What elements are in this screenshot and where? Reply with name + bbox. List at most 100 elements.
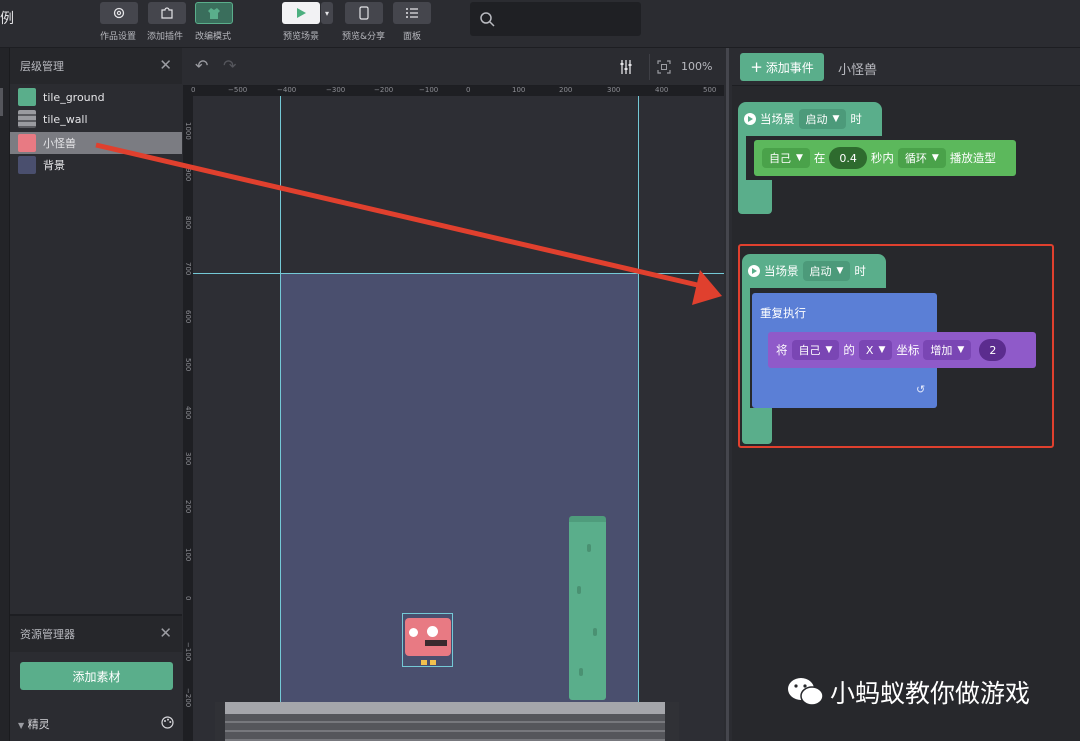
play-icon [297, 8, 306, 18]
guide-line-top [193, 273, 724, 274]
ruler-tick-label: 900 [184, 168, 192, 182]
ruler-tick-label: 200 [559, 86, 573, 94]
search-icon [480, 12, 495, 27]
layer-label: 小怪兽 [43, 137, 76, 150]
ruler-tick-label: 300 [184, 452, 192, 466]
layers-title: 层级管理 [20, 60, 64, 73]
sprite-section[interactable]: ▼ 精灵 [10, 708, 182, 738]
search-input[interactable] [470, 2, 641, 36]
undo-icon[interactable]: ↶ [195, 56, 208, 75]
ruler-tick-label: 500 [184, 358, 192, 372]
self-label: 自己 [769, 152, 791, 165]
close-icon[interactable]: ✕ [159, 56, 172, 74]
repeat-label: 重复执行 [760, 306, 806, 320]
phone-icon [359, 6, 369, 20]
layer-label: 背景 [43, 159, 65, 172]
scene-start-hat-block[interactable]: 当场景 启动 ▼ 时 [738, 102, 882, 136]
c-block-footer [742, 408, 772, 444]
trigger-dropdown[interactable]: 启动 ▼ [798, 109, 847, 129]
c-block-spine [738, 136, 746, 186]
ruler-tick-label: 800 [184, 216, 192, 230]
canvas-toolbar: ↶ ↷ 100% [183, 48, 724, 86]
add-plugin-button[interactable] [148, 2, 186, 24]
ruler-tick-label: −200 [374, 86, 394, 94]
ruler-tick-label: 100 [512, 86, 526, 94]
layer-item-monster[interactable]: 小怪兽 [10, 132, 182, 154]
self-dropdown[interactable]: 自己 ▼ [762, 148, 810, 168]
preview-scene-button[interactable] [282, 2, 320, 24]
sprite-name-tab[interactable]: 小怪兽 [838, 59, 877, 78]
monster-foot [430, 660, 436, 665]
left-edge-strip [0, 48, 10, 741]
puzzle-icon [161, 7, 173, 19]
trigger-dropdown[interactable]: 启动 ▼ [802, 261, 851, 281]
scene-start-hat-block[interactable]: 当场景 启动 ▼ 时 [742, 254, 886, 288]
loop-dropdown[interactable]: 循环 ▼ [897, 148, 946, 168]
of-label: 的 [843, 343, 855, 357]
self-dropdown[interactable]: 自己 ▼ [791, 340, 840, 360]
self-label: 自己 [798, 344, 821, 357]
operation-dropdown[interactable]: 增加 ▼ [923, 340, 972, 360]
monster-mouth [425, 640, 447, 646]
settings-button[interactable] [100, 2, 138, 24]
layer-item-tile-wall[interactable]: tile_wall [10, 108, 182, 130]
gear-icon [113, 7, 125, 19]
monster-sprite[interactable] [402, 613, 453, 667]
loop-arrow-icon: ↺ [916, 383, 926, 396]
add-event-button[interactable]: + 添加事件 [740, 53, 824, 81]
layer-item-tile-ground[interactable]: tile_ground [10, 86, 182, 108]
layers-panel-header: 层级管理 ✕ [10, 48, 182, 84]
wechat-icon [788, 678, 824, 706]
tile-ground-strip[interactable] [215, 702, 679, 741]
set-label: 将 [776, 343, 788, 357]
ruler-tick-label: 600 [184, 310, 192, 324]
monster-eye [427, 626, 438, 637]
top-toolbar: 例 作品设置 添加插件 改编模式 ▾ 预览场景 预览&分享 面板 [0, 0, 1080, 48]
add-asset-button[interactable]: 添加素材 [20, 662, 173, 690]
at-label: 在 [813, 151, 826, 165]
change-coordinate-block[interactable]: 将 自己 ▼ 的 X ▼ 坐标 增加 ▼ 2 [768, 332, 1036, 368]
seconds-input[interactable]: 0.4 [829, 147, 867, 169]
axis-dropdown[interactable]: X ▼ [858, 340, 893, 360]
zoom-level[interactable]: 100% [681, 60, 712, 73]
preview-share-button[interactable] [345, 2, 383, 24]
ruler-tick-label: 400 [184, 406, 192, 420]
redo-icon[interactable]: ↷ [223, 56, 236, 75]
left-sidebar: 层级管理 ✕ tile_ground tile_wall 小怪兽 背景 资源管理… [0, 48, 182, 741]
c-block-spine [742, 288, 750, 408]
ground-bricks [225, 714, 665, 741]
pillar-texture [577, 586, 581, 594]
fit-screen-icon[interactable] [657, 60, 671, 74]
collapse-handle[interactable] [0, 88, 3, 116]
assets-panel-header: 资源管理器 ✕ [10, 616, 182, 652]
monster-foot [421, 660, 427, 665]
play-animation-block[interactable]: 自己 ▼ 在 0.4 秒内 循环 ▼ 播放造型 [754, 140, 1016, 176]
ruler-tick-label: 100 [184, 548, 192, 562]
play-circle-icon [748, 265, 760, 277]
ruler-tick-label: 500 [703, 86, 717, 94]
layer-label: tile_wall [43, 112, 88, 126]
ruler-tick-label: −300 [326, 86, 346, 94]
layer-item-background[interactable]: 背景 [10, 154, 182, 176]
ruler-tick-label: 0 [184, 596, 192, 601]
scene-canvas[interactable]: ↶ ↷ 100% 0 −500 −400 −300 −200 −100 0 10… [183, 48, 724, 741]
ruler-tick-label: 400 [655, 86, 669, 94]
panel-button[interactable] [393, 2, 431, 24]
palette-icon[interactable] [161, 716, 174, 729]
chevron-down-icon: ▾ [324, 8, 329, 18]
panel-splitter[interactable] [724, 48, 732, 741]
layer-label: tile_ground [43, 90, 105, 104]
assets-title: 资源管理器 [20, 628, 75, 641]
close-icon[interactable]: ✕ [159, 624, 172, 642]
tile-wall-pillar[interactable] [569, 516, 606, 700]
ruler-tick-label: 0 [466, 86, 471, 94]
add-plugin-label: 添加插件 [147, 32, 184, 42]
remix-mode-button[interactable] [195, 2, 233, 24]
play-circle-icon [744, 113, 756, 125]
background-thumbnail [18, 156, 36, 174]
hat-label: 当场景 [760, 112, 795, 126]
pillar-texture [579, 668, 583, 676]
value-input[interactable]: 2 [979, 339, 1007, 361]
sliders-icon[interactable] [619, 59, 633, 75]
preview-dropdown[interactable]: ▾ [321, 2, 333, 24]
